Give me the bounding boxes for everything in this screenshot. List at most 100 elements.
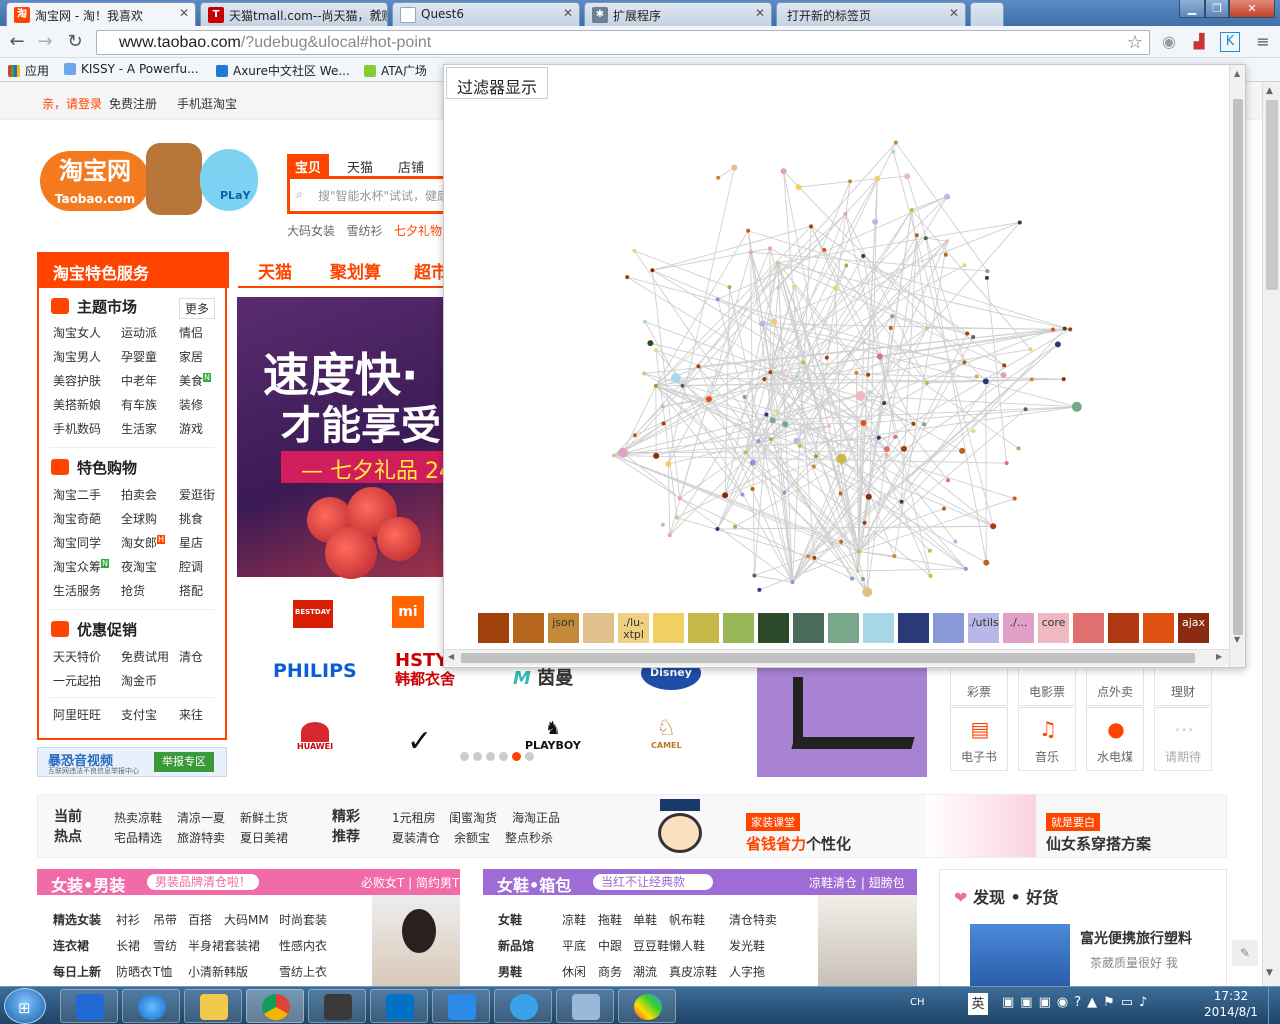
service-link[interactable]: 中老年 [121,372,157,389]
alipay-link[interactable]: 支付宝 [121,706,157,723]
legend-swatch[interactable]: ./utils [968,613,999,643]
category-link[interactable]: 大码MM [224,911,269,928]
category-link[interactable]: T恤 [153,963,172,980]
edit-icon[interactable]: ✎ [1232,940,1258,966]
service-utilities[interactable]: ● 水电煤 [1086,707,1144,771]
legend-swatch[interactable] [933,613,964,643]
k-extension-icon[interactable]: K [1220,32,1240,52]
taskbar-qq[interactable] [432,989,490,1023]
close-icon[interactable]: ✕ [755,6,765,20]
category-heading[interactable]: 男鞋 [498,963,522,980]
service-ebook[interactable]: ▤ 电子书 [950,707,1008,771]
legend-swatch[interactable] [478,613,509,643]
minimize-icon[interactable]: ▁ [1179,0,1205,18]
system-tray-icons[interactable]: ▣▣▣◉?▲⚑▭♪ [930,995,1190,1015]
bookmark-kissy[interactable]: KISSY - A Powerfu... [64,62,199,76]
close-window-icon[interactable]: ✕ [1229,0,1275,18]
language-indicator[interactable]: CH [910,997,925,1008]
report-ad[interactable]: 暴恐音视频 互联网违法不良信息举报中心 举报专区 [37,747,227,777]
brand-bestday[interactable]: BESTDAY [293,600,333,628]
category-link[interactable]: 豆豆鞋 [633,937,669,954]
more-button[interactable]: 更多 [179,298,216,319]
reload-icon[interactable]: ↻ [64,31,86,53]
service-link[interactable]: 孕婴童 [121,348,157,365]
service-link[interactable]: 夜淘宝 [121,558,157,575]
globe-icon[interactable]: ◉ [1158,31,1180,53]
service-link[interactable]: 全球购 [121,510,157,527]
back-icon[interactable]: ← [6,31,28,53]
dependency-graph[interactable] [444,65,1229,613]
category-link[interactable]: 时尚套装 [279,911,327,928]
service-link[interactable]: 拍卖会 [121,486,157,503]
service-link[interactable]: 淘宝众筹N [53,558,109,575]
category-link[interactable]: 商务 [598,963,622,980]
legend-swatch[interactable]: json [548,613,579,643]
brand-playboy[interactable]: ♞ PLAYBOY [525,718,581,752]
login-link[interactable]: 亲，请登录 [42,95,102,112]
category-link[interactable]: 性感内衣 [279,937,327,954]
service-link[interactable]: 星店 [179,534,203,551]
legend-swatch[interactable] [1073,613,1104,643]
taskbar-app-mp[interactable] [60,989,118,1023]
star-icon[interactable]: ☆ [1127,32,1143,53]
legend-swatch[interactable] [1143,613,1174,643]
category-heading[interactable]: 连衣裙 [53,937,89,954]
category-link[interactable]: 单鞋 [633,911,657,928]
restore-icon[interactable]: ❐ [1205,0,1229,18]
legend-swatch[interactable] [793,613,824,643]
close-icon[interactable]: ✕ [949,6,959,20]
category-link[interactable]: 平底 [562,937,586,954]
chart-extension-icon[interactable]: ▟ [1188,31,1210,53]
service-link[interactable]: 淘女郎H [121,534,166,551]
category-link[interactable]: 百搭 [188,911,212,928]
category-heading[interactable]: 女鞋 [498,911,522,928]
laiwang-link[interactable]: 来往 [179,706,203,723]
report-button[interactable]: 举报专区 [154,752,214,772]
page-scroll-thumb[interactable] [1266,100,1278,290]
close-icon[interactable]: ✕ [563,6,573,20]
category-link[interactable]: 发光鞋 [729,937,765,954]
clock[interactable]: 17:32 2014/8/1 [1196,988,1266,1020]
legend-swatch[interactable] [758,613,789,643]
brand-camel[interactable]: ♘ CAMEL [651,716,682,750]
tab-items[interactable]: 宝贝 [287,154,330,176]
category-link[interactable]: 帆布鞋 [669,911,705,928]
service-link[interactable]: 免费试用 [121,648,169,665]
taskbar-outlook[interactable] [370,989,428,1023]
page-scrollbar[interactable]: ▲ ▼ [1262,82,1280,986]
category-link[interactable]: 衬衫 [116,911,140,928]
legend-swatch[interactable]: ./... [1003,613,1034,643]
tab-newtab[interactable]: 打开新的标签页 ✕ [776,2,966,26]
start-button[interactable]: ⊞ [4,988,46,1024]
address-bar[interactable]: www.taobao.com/?udebug&ulocal#hot-point … [96,30,1150,55]
service-link[interactable]: 清仓 [179,648,203,665]
category-heading[interactable]: 新品馆 [498,937,534,954]
bookmark-apps[interactable]: 应用 [8,62,49,79]
taskbar-ie[interactable] [122,989,180,1023]
service-link[interactable]: 挑食 [179,510,203,527]
legend-swatch[interactable] [898,613,929,643]
category-link[interactable]: 雪纺 [153,937,177,954]
category-link[interactable]: 潮流 [633,963,657,980]
service-link[interactable]: 家居 [179,348,203,365]
service-link[interactable]: 美容护肤 [53,372,101,389]
category-link[interactable]: 凉鞋 [562,911,586,928]
carousel-dots[interactable] [460,750,538,764]
overlay-horizontal-scrollbar[interactable]: ◀ ▶ [444,649,1229,666]
nav-juhuasuan[interactable]: 聚划算 [330,258,381,283]
category-heading[interactable]: 精选女装 [53,911,101,928]
close-icon[interactable]: ✕ [179,6,189,20]
menu-icon[interactable]: ≡ [1252,31,1274,53]
legend-swatch[interactable]: ajax [1178,613,1209,643]
category-link[interactable]: 韩版 [224,963,248,980]
service-link[interactable]: 生活服务 [53,582,101,599]
category-link[interactable]: 长裙 [116,937,140,954]
service-link[interactable]: 手机数码 [53,420,101,437]
service-link[interactable]: 游戏 [179,420,203,437]
search-input[interactable]: ⌕ 搜"智能水杯"试试，健康 [287,176,457,214]
tab-quest6[interactable]: Quest6 ✕ [392,2,580,26]
close-icon[interactable]: ✕ [371,6,381,20]
new-tab-button[interactable] [970,2,1004,26]
category-link[interactable]: 小清新 [188,963,224,980]
tab-extensions[interactable]: ✱ 扩展程序 ✕ [584,2,772,26]
